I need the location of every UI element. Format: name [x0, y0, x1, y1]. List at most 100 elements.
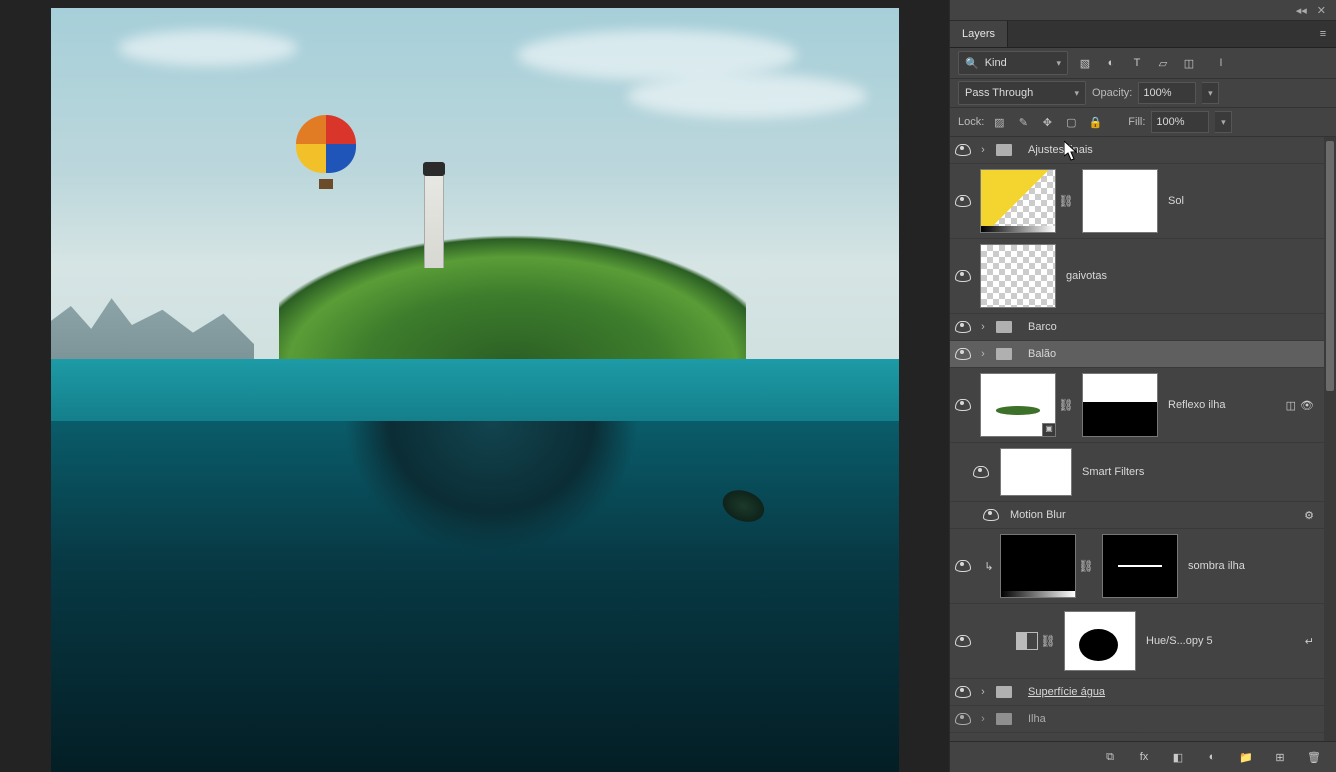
canvas-area[interactable]: [0, 0, 949, 772]
opacity-input[interactable]: 100%: [1138, 82, 1196, 104]
eye-icon: [955, 270, 971, 282]
collapse-icon[interactable]: ◂◂: [1296, 4, 1307, 17]
layer-mask-thumbnail[interactable]: [1082, 373, 1158, 437]
visibility-toggle[interactable]: [950, 195, 976, 207]
visibility-toggle[interactable]: [950, 348, 976, 360]
layer-thumbnail[interactable]: ▣: [980, 373, 1056, 437]
filter-toggle-switch[interactable]: ⏽: [1212, 54, 1230, 72]
layer-name[interactable]: sombra ilha: [1188, 560, 1245, 572]
delete-layer-button[interactable]: 🗑: [1306, 749, 1322, 765]
eye-icon: [955, 713, 971, 725]
visibility-toggle[interactable]: [950, 144, 976, 156]
layer-folder-superficie-agua[interactable]: › Superfície água: [950, 679, 1324, 706]
lock-transparent-icon[interactable]: ▨: [990, 113, 1008, 131]
island-illustration: [279, 184, 745, 367]
layer-name[interactable]: Ajustes finais: [1028, 144, 1093, 156]
visibility-toggle[interactable]: [950, 321, 976, 333]
expand-icon[interactable]: ›: [976, 713, 990, 725]
layer-folder-ajustes-finais[interactable]: › Ajustes finais: [950, 137, 1324, 164]
blend-mode-select[interactable]: Pass Through ▾: [958, 81, 1086, 105]
layer-gaivotas[interactable]: gaivotas: [950, 239, 1324, 314]
filter-settings-icon[interactable]: ⚙: [1304, 509, 1314, 522]
layer-mask-thumbnail[interactable]: [1082, 169, 1158, 233]
filter-shape-icon[interactable]: ▱: [1154, 54, 1172, 72]
clip-indicator-icon: ↵: [1305, 635, 1314, 648]
lock-position-icon[interactable]: ✥: [1038, 113, 1056, 131]
lock-all-icon[interactable]: 🔒: [1086, 113, 1104, 131]
filter-type-icon[interactable]: T: [1128, 54, 1146, 72]
add-adjustment-button[interactable]: ◐: [1204, 749, 1220, 765]
visibility-mini-icon[interactable]: 👁: [1300, 399, 1314, 412]
link-icon[interactable]: ⛓: [1041, 634, 1055, 648]
layer-thumbnail[interactable]: [980, 169, 1056, 233]
visibility-toggle[interactable]: [950, 270, 976, 282]
fx-button[interactable]: fx: [1136, 749, 1152, 765]
new-group-button[interactable]: 📁: [1238, 749, 1254, 765]
layer-thumbnail[interactable]: [1000, 534, 1076, 598]
tab-layers[interactable]: Layers: [950, 21, 1008, 47]
visibility-toggle[interactable]: [950, 686, 976, 698]
layer-name[interactable]: Superfície água: [1028, 686, 1105, 698]
layer-name[interactable]: Smart Filters: [1082, 466, 1144, 478]
layer-name[interactable]: Barco: [1028, 321, 1057, 333]
layer-sol[interactable]: ⛓ Sol: [950, 164, 1324, 239]
adjustment-layer-icon[interactable]: [1016, 632, 1038, 650]
layer-folder-ilha[interactable]: › Ilha: [950, 706, 1324, 733]
link-icon[interactable]: ⛓: [1059, 398, 1073, 412]
layer-name[interactable]: Ilha: [1028, 713, 1046, 725]
layer-mask-thumbnail[interactable]: [1102, 534, 1178, 598]
layers-list: › Ajustes finais ⛓ Sol: [950, 137, 1336, 741]
close-icon[interactable]: ✕: [1317, 4, 1326, 17]
layer-name[interactable]: Hue/S...opy 5: [1146, 635, 1213, 647]
layer-name[interactable]: Motion Blur: [1010, 509, 1066, 521]
layer-filter-motion-blur[interactable]: Motion Blur ⚙: [950, 502, 1324, 529]
chevron-down-icon: ▾: [1056, 58, 1061, 69]
layer-folder-barco[interactable]: › Barco: [950, 314, 1324, 341]
filter-kind-select[interactable]: 🔍 Kind ▾: [958, 51, 1068, 75]
layer-name[interactable]: Balão: [1028, 348, 1056, 360]
clip-indicator-icon: ↳: [982, 560, 996, 573]
expand-icon[interactable]: ›: [976, 144, 990, 156]
layer-mask-thumbnail[interactable]: [1064, 611, 1136, 671]
folder-icon: [996, 144, 1012, 156]
layer-thumbnail[interactable]: [980, 244, 1056, 308]
layer-name[interactable]: Sol: [1168, 195, 1184, 207]
filter-smart-icon[interactable]: ◫: [1180, 54, 1198, 72]
expand-icon[interactable]: ›: [976, 321, 990, 333]
lock-label: Lock:: [958, 116, 984, 128]
lock-paint-icon[interactable]: ✎: [1014, 113, 1032, 131]
fill-input[interactable]: 100%: [1151, 111, 1209, 133]
add-mask-button[interactable]: ◧: [1170, 749, 1186, 765]
visibility-toggle[interactable]: [950, 635, 976, 647]
opacity-value: 100%: [1143, 87, 1171, 99]
panel-menu-button[interactable]: ≡: [1310, 28, 1336, 40]
link-layers-button[interactable]: ⧉: [1102, 749, 1118, 765]
document-canvas[interactable]: [51, 8, 899, 772]
expand-icon[interactable]: ›: [976, 348, 990, 360]
filter-adjust-icon[interactable]: ◐: [1102, 54, 1120, 72]
visibility-toggle[interactable]: [950, 399, 976, 411]
expand-icon[interactable]: ›: [976, 686, 990, 698]
layer-name[interactable]: Reflexo ilha: [1168, 399, 1225, 411]
new-layer-button[interactable]: ⊞: [1272, 749, 1288, 765]
lock-artboard-icon[interactable]: ▢: [1062, 113, 1080, 131]
visibility-toggle[interactable]: [968, 466, 994, 478]
visibility-toggle[interactable]: [978, 509, 1004, 521]
layer-name[interactable]: gaivotas: [1066, 270, 1107, 282]
layer-reflexo-ilha[interactable]: ▣ ⛓ Reflexo ilha ◫ 👁: [950, 368, 1324, 443]
link-icon[interactable]: ⛓: [1079, 559, 1093, 573]
layers-scrollbar[interactable]: [1324, 137, 1336, 741]
link-icon[interactable]: ⛓: [1059, 194, 1073, 208]
smart-filters-mask-thumbnail[interactable]: [1000, 448, 1072, 496]
layer-hue-saturation[interactable]: ⛓ Hue/S...opy 5 ↵: [950, 604, 1324, 679]
visibility-toggle[interactable]: [950, 713, 976, 725]
filter-indicator-icon[interactable]: ◫: [1286, 399, 1296, 412]
visibility-toggle[interactable]: [950, 560, 976, 572]
fill-stepper[interactable]: ▾: [1215, 111, 1232, 133]
opacity-stepper[interactable]: ▾: [1202, 82, 1219, 104]
layer-smart-filters[interactable]: Smart Filters: [950, 443, 1324, 502]
scrollbar-thumb[interactable]: [1326, 141, 1334, 391]
filter-pixel-icon[interactable]: ▧: [1076, 54, 1094, 72]
layer-sombra-ilha[interactable]: ↳ ⛓ sombra ilha: [950, 529, 1324, 604]
layer-folder-balao[interactable]: › Balão: [950, 341, 1324, 368]
